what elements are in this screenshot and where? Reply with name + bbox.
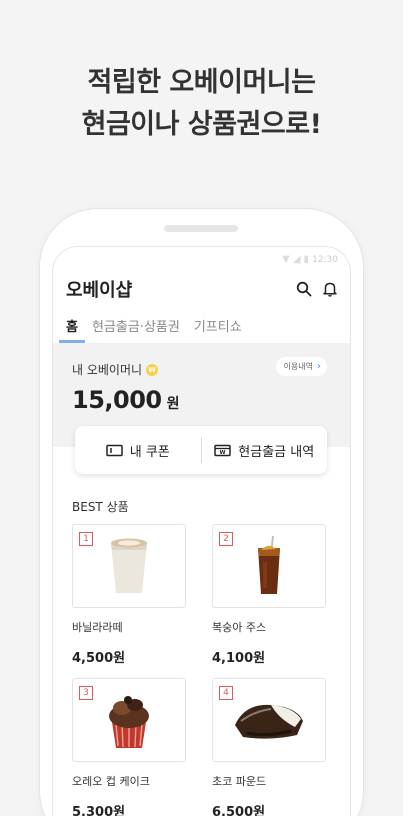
- usage-history-label: 이용내역: [283, 362, 313, 371]
- product-name: 바닐라라떼: [72, 621, 123, 634]
- product-card[interactable]: 4 초코 파운드 6,500원: [212, 678, 326, 816]
- product-card[interactable]: 3 오레오 컵 케이크 5,300원: [72, 678, 186, 816]
- tab-gifticon[interactable]: 기프티쇼: [194, 316, 242, 343]
- product-thumbnail: 3: [72, 678, 186, 762]
- phone-frame: ▼ ◢ ▮ 12:30 오베이샵 홈 현금출금·상품권 기프티쇼 내 오베이머니…: [40, 209, 363, 816]
- balance: 15,000 원: [72, 386, 331, 414]
- headline-line-1: 적립한 오베이머니는: [87, 67, 316, 98]
- rank-badge: 1: [79, 532, 93, 546]
- status-bar: ▼ ◢ ▮ 12:30: [53, 247, 350, 273]
- coin-icon: W: [146, 363, 159, 376]
- product-price: 6,500원: [212, 805, 266, 816]
- wallet-icon: W: [214, 444, 232, 456]
- rank-badge: 4: [219, 686, 233, 700]
- best-product-grid: 1 바닐라라떼 4,500원 2 복숭아 주스 4,100원 3 오레오 컵 케…: [72, 524, 328, 816]
- wifi-icon: ▼: [282, 254, 290, 265]
- product-price: 4,500원: [72, 651, 126, 666]
- cupcake-icon: [109, 696, 149, 748]
- balance-unit: 원: [166, 396, 180, 412]
- product-card[interactable]: 1 바닐라라떼 4,500원: [72, 524, 186, 678]
- promo-headline: 적립한 오베이머니는 현금이나 상품권으로!: [0, 62, 403, 146]
- iced-drink-icon: [258, 535, 280, 594]
- pound-cake-icon: [235, 704, 303, 739]
- balance-amount: 15,000: [72, 386, 162, 414]
- tab-home[interactable]: 홈: [59, 316, 85, 343]
- chevron-right-icon: ›: [317, 361, 321, 372]
- product-name: 오레오 컵 케이크: [72, 775, 150, 788]
- latte-cup-icon: [111, 538, 147, 593]
- my-coupon-button[interactable]: 내 쿠폰: [75, 426, 201, 474]
- product-thumbnail: 4: [212, 678, 326, 762]
- app-title: 오베이샵: [66, 280, 133, 301]
- coupon-icon: [105, 444, 123, 456]
- product-card[interactable]: 2 복숭아 주스 4,100원: [212, 524, 326, 678]
- product-price: 4,100원: [212, 651, 266, 666]
- search-icon[interactable]: [296, 281, 312, 297]
- status-time: 12:30: [312, 255, 338, 265]
- best-section-title: BEST 상품: [72, 500, 129, 514]
- rank-badge: 3: [79, 686, 93, 700]
- product-thumbnail: 2: [212, 524, 326, 608]
- battery-icon: ▮: [303, 254, 310, 265]
- my-coupon-label: 내 쿠폰: [129, 444, 170, 460]
- app-bar: 오베이샵: [53, 273, 350, 305]
- tab-bar: 홈 현금출금·상품권 기프티쇼: [53, 311, 350, 343]
- product-price: 5,300원: [72, 805, 126, 816]
- app-bar-actions: [296, 281, 338, 297]
- rank-badge: 2: [219, 532, 233, 546]
- tab-cash-withdraw[interactable]: 현금출금·상품권: [92, 316, 180, 343]
- product-name: 복숭아 주스: [212, 621, 267, 634]
- action-card: 내 쿠폰 W 현금출금 내역: [75, 426, 327, 474]
- usage-history-button[interactable]: 이용내역 ›: [275, 357, 327, 376]
- withdraw-history-button[interactable]: W 현금출금 내역: [202, 426, 328, 474]
- signal-icon: ◢: [292, 254, 301, 265]
- product-thumbnail: 1: [72, 524, 186, 608]
- wallet-label: 내 오베이머니: [72, 363, 143, 377]
- bell-icon[interactable]: [322, 281, 338, 297]
- headline-line-2: 현금이나 상품권으로!: [81, 109, 322, 140]
- withdraw-history-label: 현금출금 내역: [238, 444, 315, 460]
- svg-text:W: W: [220, 450, 226, 456]
- product-name: 초코 파운드: [212, 775, 267, 788]
- phone-screen: ▼ ◢ ▮ 12:30 오베이샵 홈 현금출금·상품권 기프티쇼 내 오베이머니…: [52, 246, 351, 816]
- phone-speaker: [164, 225, 238, 232]
